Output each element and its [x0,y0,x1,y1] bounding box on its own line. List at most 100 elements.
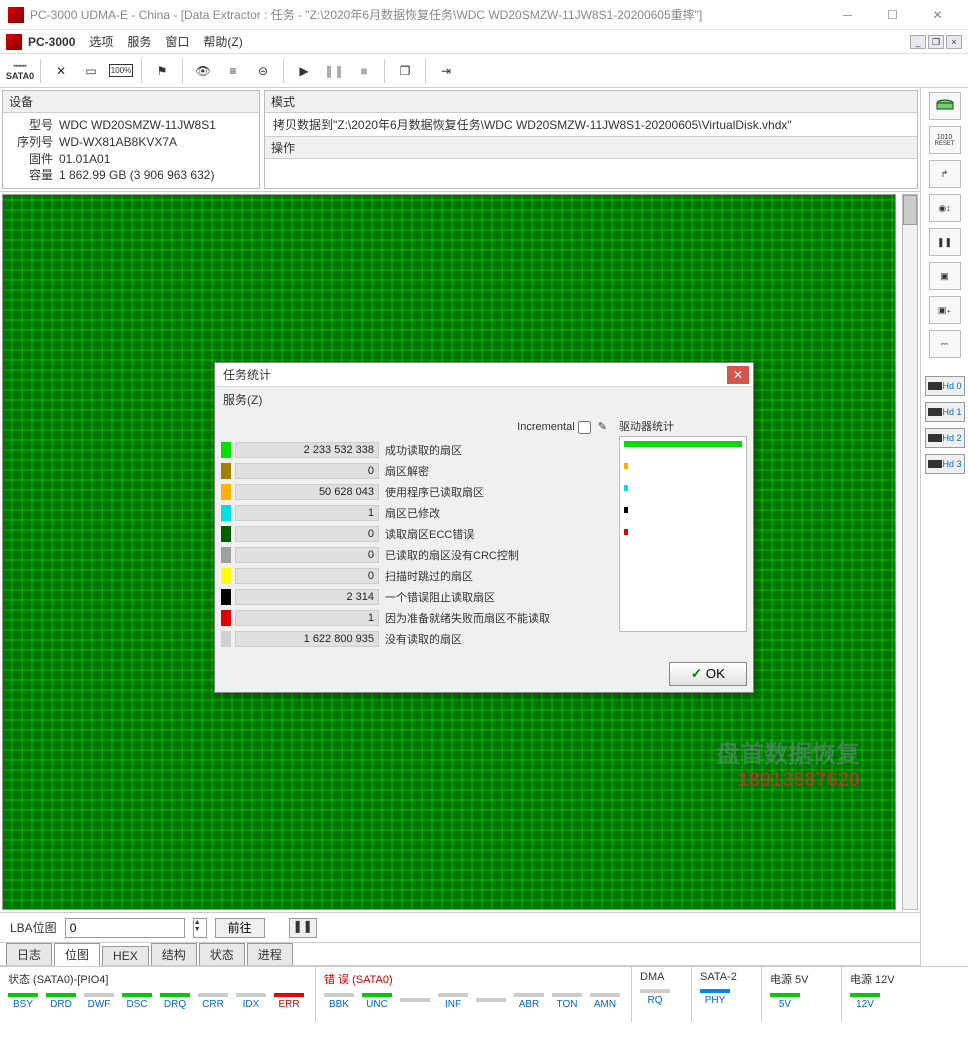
status-sata2-title: SATA-2 [696,969,757,985]
status-flag-crr: CRR [196,991,230,1011]
side-gauge-icon[interactable]: ◉↕ [929,194,961,222]
stop-button[interactable]: ■ [350,57,378,85]
stat-value: 2 233 532 338 [235,442,379,458]
dialog-close-button[interactable]: ✕ [727,366,749,384]
stat-row: 1 622 800 935 没有读取的扇区 [221,629,611,649]
mode-copy-line: 拷贝数据到"Z:\2020年6月数据恢复任务\WDC WD20SMZW-11JW… [273,118,792,132]
drive-stats-box [619,436,747,632]
lba-spinner[interactable]: ▲▼ [193,918,207,938]
lba-input[interactable] [65,918,185,938]
operation-panel-title: 操作 [265,136,917,159]
dialog-titlebar[interactable]: 任务统计 ✕ [215,363,753,387]
binoculars-icon[interactable]: 👁 [189,57,217,85]
close-button[interactable]: ✕ [915,1,960,29]
map-scrollbar[interactable] [902,194,918,910]
status-group-dma: DMA RQ [632,967,692,1022]
status-flag-dsc: DSC [120,991,154,1011]
bottom-controls: LBA位图 ▲▼ 前往 ❚❚ [0,912,920,942]
tab-status[interactable]: 状态 [199,943,245,965]
mdi-close-button[interactable]: × [946,35,962,49]
copy-icon[interactable]: ❐ [391,57,419,85]
status-group-5v: 电源 5V 5V [762,967,842,1022]
device-serial-label: 序列号 [11,134,53,151]
menubar-app-label: PC-3000 [28,35,75,49]
stat-row: 1 因为准备就绪失败而扇区不能读取 [221,608,611,628]
stat-value: 0 [235,526,379,542]
drive-stats-column: 驱动器统计 [619,418,747,650]
stat-color-swatch [221,442,231,458]
mdi-restore-button[interactable]: ❐ [928,35,944,49]
stat-label: 读取扇区ECC错误 [385,526,474,542]
status-group-error: 错 误 (SATA0) BBKUNCINFABRTONAMN [316,967,632,1022]
stat-label: 扇区已修改 [385,505,440,521]
tab-process[interactable]: 进程 [247,943,293,965]
head-3-button[interactable]: Hd 3 [925,454,965,474]
percent-icon[interactable]: 100% [107,57,135,85]
status-bar: 状态 (SATA0)-[PIO4] BSYDRDDWFDSCDRQCRRIDXE… [0,966,968,1022]
side-chip2-icon[interactable]: ▣₊ [929,296,961,324]
play-button[interactable]: ▶ [290,57,318,85]
device-panel-title: 设备 [3,91,259,113]
bottom-pause-button[interactable]: ❚❚ [289,918,317,938]
edit-icon[interactable]: ✎ [598,421,607,433]
side-disk-icon[interactable] [929,92,961,120]
tab-bitmap[interactable]: 位图 [54,943,100,966]
side-toolbar: 1010RESET ↱ ◉↕ ❚❚ ▣ ▣₊ ⎓ Hd 0 Hd 1 Hd 2 … [920,88,968,966]
drive-stat-bar [624,529,628,535]
head-0-button[interactable]: Hd 0 [925,376,965,396]
status-group-12v: 电源 12V 12V [842,967,968,1022]
stat-row: 50 628 043 使用程序已读取扇区 [221,482,611,502]
head-1-button[interactable]: Hd 1 [925,402,965,422]
disk-icon[interactable]: ⊝ [249,57,277,85]
tab-log[interactable]: 日志 [6,943,52,965]
status-flag-abr: ABR [512,991,546,1011]
go-button[interactable]: 前往 [215,918,265,938]
mode-panel: 模式 拷贝数据到"Z:\2020年6月数据恢复任务\WDC WD20SMZW-1… [264,90,918,189]
side-chip1-icon[interactable]: ▣ [929,262,961,290]
container-icon[interactable]: ▭ [77,57,105,85]
status-flag-bbk: BBK [322,991,356,1011]
menu-options[interactable]: 选项 [89,33,113,50]
stat-value: 0 [235,463,379,479]
pause-button[interactable]: ❚❚ [320,57,348,85]
sectors-icon[interactable]: ≡ [219,57,247,85]
status-flag-bsy: BSY [6,991,40,1011]
stat-color-swatch [221,505,231,521]
side-reset-button[interactable]: 1010RESET [929,126,961,154]
window-title: PC-3000 UDMA-E - China - [Data Extractor… [30,6,825,23]
side-conn-icon[interactable]: ⎓ [929,330,961,358]
status-flag-dwf: DWF [82,991,116,1011]
tools-icon[interactable]: ✕ [47,57,75,85]
device-serial-value: WD-WX81AB8KVX7A [59,134,177,151]
incremental-checkbox[interactable] [578,421,591,434]
stat-color-swatch [221,568,231,584]
menu-window[interactable]: 窗口 [165,33,189,50]
drive-stat-bar [624,463,628,469]
sata-port-button[interactable]: ⎓⎓SATA0 [6,57,34,85]
stat-value: 0 [235,547,379,563]
side-pause-icon[interactable]: ❚❚ [929,228,961,256]
drive-stat-bar [624,441,742,447]
status-flag-5v: 5V [768,991,802,1011]
maximize-button[interactable]: ☐ [870,1,915,29]
status-flag-drd: DRD [44,991,78,1011]
tab-hex[interactable]: HEX [102,946,149,965]
stat-label: 已读取的扇区没有CRC控制 [385,547,519,563]
mdi-minimize-button[interactable]: _ [910,35,926,49]
side-arrow1-icon[interactable]: ↱ [929,160,961,188]
exit-icon[interactable]: ⇥ [432,57,460,85]
ok-button[interactable]: OK [669,662,747,686]
lba-label: LBA位图 [10,919,57,936]
stat-color-swatch [221,610,231,626]
dialog-menu-service[interactable]: 服务(Z) [215,387,753,412]
minimize-button[interactable]: ─ [825,1,870,29]
status-flag-drq: DRQ [158,991,192,1011]
drive-stats-title: 驱动器统计 [619,418,747,436]
menu-help[interactable]: 帮助(Z) [203,33,242,50]
head-2-button[interactable]: Hd 2 [925,428,965,448]
menubar: PC-3000 选项 服务 窗口 帮助(Z) _ ❐ × [0,30,968,54]
menu-service[interactable]: 服务 [127,33,151,50]
flag-icon[interactable]: ⚑ [148,57,176,85]
tab-structure[interactable]: 结构 [151,943,197,965]
status-error-title: 错 误 (SATA0) [320,969,627,989]
